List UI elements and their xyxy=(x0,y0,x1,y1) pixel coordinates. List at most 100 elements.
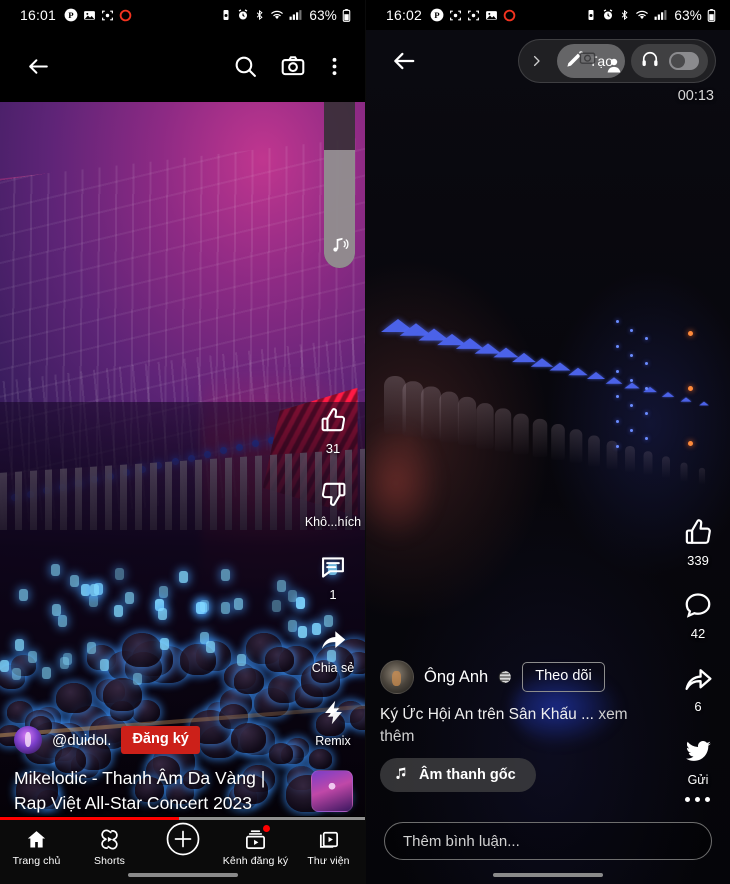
nav-item-subscriptions[interactable]: Kênh đăng ký xyxy=(219,826,292,867)
author-name[interactable]: Ông Anh xyxy=(424,668,488,687)
signal-icon xyxy=(654,9,667,21)
like-count: 31 xyxy=(326,441,340,457)
nav-label-shorts: Shorts xyxy=(94,855,125,867)
alarm-icon xyxy=(602,9,614,21)
kebab-menu-icon[interactable] xyxy=(317,42,351,90)
comment-placeholder: Thêm bình luận... xyxy=(403,833,520,850)
share-button[interactable]: 6 xyxy=(666,658,730,715)
comment-icon xyxy=(683,585,713,625)
alarm-icon xyxy=(237,9,249,21)
right-app-header: Tạo xyxy=(366,30,730,92)
svg-text:P: P xyxy=(434,10,440,20)
shorts-icon xyxy=(98,826,121,852)
camera-icon xyxy=(579,50,596,68)
share-label: Chia sẻ xyxy=(312,660,354,676)
author-row: Ông Anh Theo dõi xyxy=(380,656,666,698)
bluetooth-icon xyxy=(254,9,265,21)
channel-row: @duidol. Đăng ký xyxy=(14,718,353,762)
chevron-right-icon[interactable] xyxy=(523,52,551,70)
subscribe-button[interactable]: Đăng ký xyxy=(121,726,199,754)
left-status-bar: 16:01 P 63% xyxy=(0,0,365,30)
vibrate-icon xyxy=(585,9,597,21)
gesture-home-bar[interactable] xyxy=(493,873,603,877)
right-action-rail: 339 42 6 Gửi xyxy=(666,512,730,804)
share-icon xyxy=(319,619,348,659)
record-icon xyxy=(503,9,516,22)
music-note-icon xyxy=(394,766,409,785)
gesture-home-bar[interactable] xyxy=(128,873,238,877)
comment-input[interactable]: Thêm bình luận... xyxy=(384,822,712,860)
share-button[interactable]: Chia sẻ xyxy=(301,619,365,676)
avatar[interactable] xyxy=(14,726,42,754)
back-arrow-icon[interactable] xyxy=(380,37,428,85)
comment-count: 42 xyxy=(691,626,705,642)
twitter-bird-icon xyxy=(685,731,712,771)
image-icon xyxy=(83,9,96,22)
right-status-bar: 16:02 P 63% xyxy=(366,0,730,30)
person-icon xyxy=(605,56,623,77)
nav-label-subscriptions: Kênh đăng ký xyxy=(223,855,288,867)
wifi-icon xyxy=(635,9,649,21)
video-timestamp: 00:13 xyxy=(678,88,714,104)
thumbs-up-icon xyxy=(319,400,348,440)
video-title-row: Mikelodic - Thanh Âm Da Vàng | Rap Việt … xyxy=(14,762,353,816)
left-action-rail: 31 Khô...hích 1 Chia sẻ Remix xyxy=(301,400,365,765)
left-app-header xyxy=(0,30,365,102)
nav-item-home[interactable]: Trang chủ xyxy=(0,826,73,867)
signal-icon xyxy=(289,9,302,21)
create-pill-button[interactable]: Tạo xyxy=(557,44,625,78)
volume-slider[interactable] xyxy=(324,78,355,268)
comment-button[interactable]: 42 xyxy=(666,585,730,642)
channel-handle[interactable]: @duidol. xyxy=(52,732,111,749)
thumbs-down-icon xyxy=(319,473,348,513)
avatar[interactable] xyxy=(380,660,414,694)
like-button[interactable]: 339 xyxy=(666,512,730,569)
subscriptions-icon xyxy=(244,826,267,852)
status-right-group: 63% xyxy=(220,8,351,23)
blue-led-dots xyxy=(600,320,680,457)
like-button[interactable]: 31 xyxy=(301,400,365,457)
search-icon[interactable] xyxy=(221,42,269,90)
right-phone-panel: 16:02 P 63% Tạo 00:13 339 42 6 Gửi Ông A… xyxy=(365,0,730,884)
status-left-group: 16:01 P xyxy=(20,7,132,23)
comment-button[interactable]: 1 xyxy=(301,546,365,603)
nav-label-home: Trang chủ xyxy=(13,855,61,867)
orange-led-dots xyxy=(676,320,705,457)
dislike-label: Khô...hích xyxy=(305,514,361,530)
share-count: 6 xyxy=(694,699,701,715)
send-button[interactable]: Gửi xyxy=(666,731,730,788)
toggle-switch[interactable] xyxy=(669,52,699,70)
pinterest-icon: P xyxy=(430,8,444,22)
sound-chip[interactable]: Âm thanh gốc xyxy=(380,758,536,792)
follow-button[interactable]: Theo dõi xyxy=(522,662,604,692)
subscriptions-badge xyxy=(262,824,271,833)
audio-controls-group xyxy=(631,44,708,78)
nav-item-library[interactable]: Thư viện xyxy=(292,826,365,867)
screenshot-icon xyxy=(467,9,480,22)
dislike-button[interactable]: Khô...hích xyxy=(301,473,365,530)
vibrate-icon xyxy=(220,9,232,21)
camera-icon[interactable] xyxy=(269,42,317,90)
ellipsis-icon[interactable] xyxy=(685,797,710,802)
status-left-group: 16:02 P xyxy=(386,7,516,23)
reel-description[interactable]: Ký Ức Hội An trên Sân Khấu ... xem thêm xyxy=(380,698,666,748)
headphones-icon[interactable] xyxy=(640,49,660,74)
bluetooth-icon xyxy=(619,9,630,21)
send-label: Gửi xyxy=(688,772,709,788)
left-phone-panel: 16:01 P 63% 31 Khô...hích 1 Chia sẻ Remi… xyxy=(0,0,365,884)
sound-chip-label: Âm thanh gốc xyxy=(419,767,516,783)
nav-item-shorts[interactable]: Shorts xyxy=(73,826,146,867)
right-reel-meta: Ông Anh Theo dõi Ký Ức Hội An trên Sân K… xyxy=(366,656,666,792)
back-arrow-icon[interactable] xyxy=(14,42,62,90)
video-thumbnail[interactable] xyxy=(311,770,353,812)
reel-description-text: Ký Ức Hội An trên Sân Khấu ... xyxy=(380,706,594,723)
comment-count: 1 xyxy=(329,587,336,603)
nav-item-create[interactable] xyxy=(146,826,219,855)
music-note-icon xyxy=(330,235,350,260)
status-right-group: 63% xyxy=(585,8,716,23)
image-icon xyxy=(485,9,498,22)
status-time: 16:01 xyxy=(20,7,56,23)
wifi-icon xyxy=(270,9,284,21)
plus-icon xyxy=(165,826,201,852)
video-title[interactable]: Mikelodic - Thanh Âm Da Vàng | Rap Việt … xyxy=(14,766,301,816)
